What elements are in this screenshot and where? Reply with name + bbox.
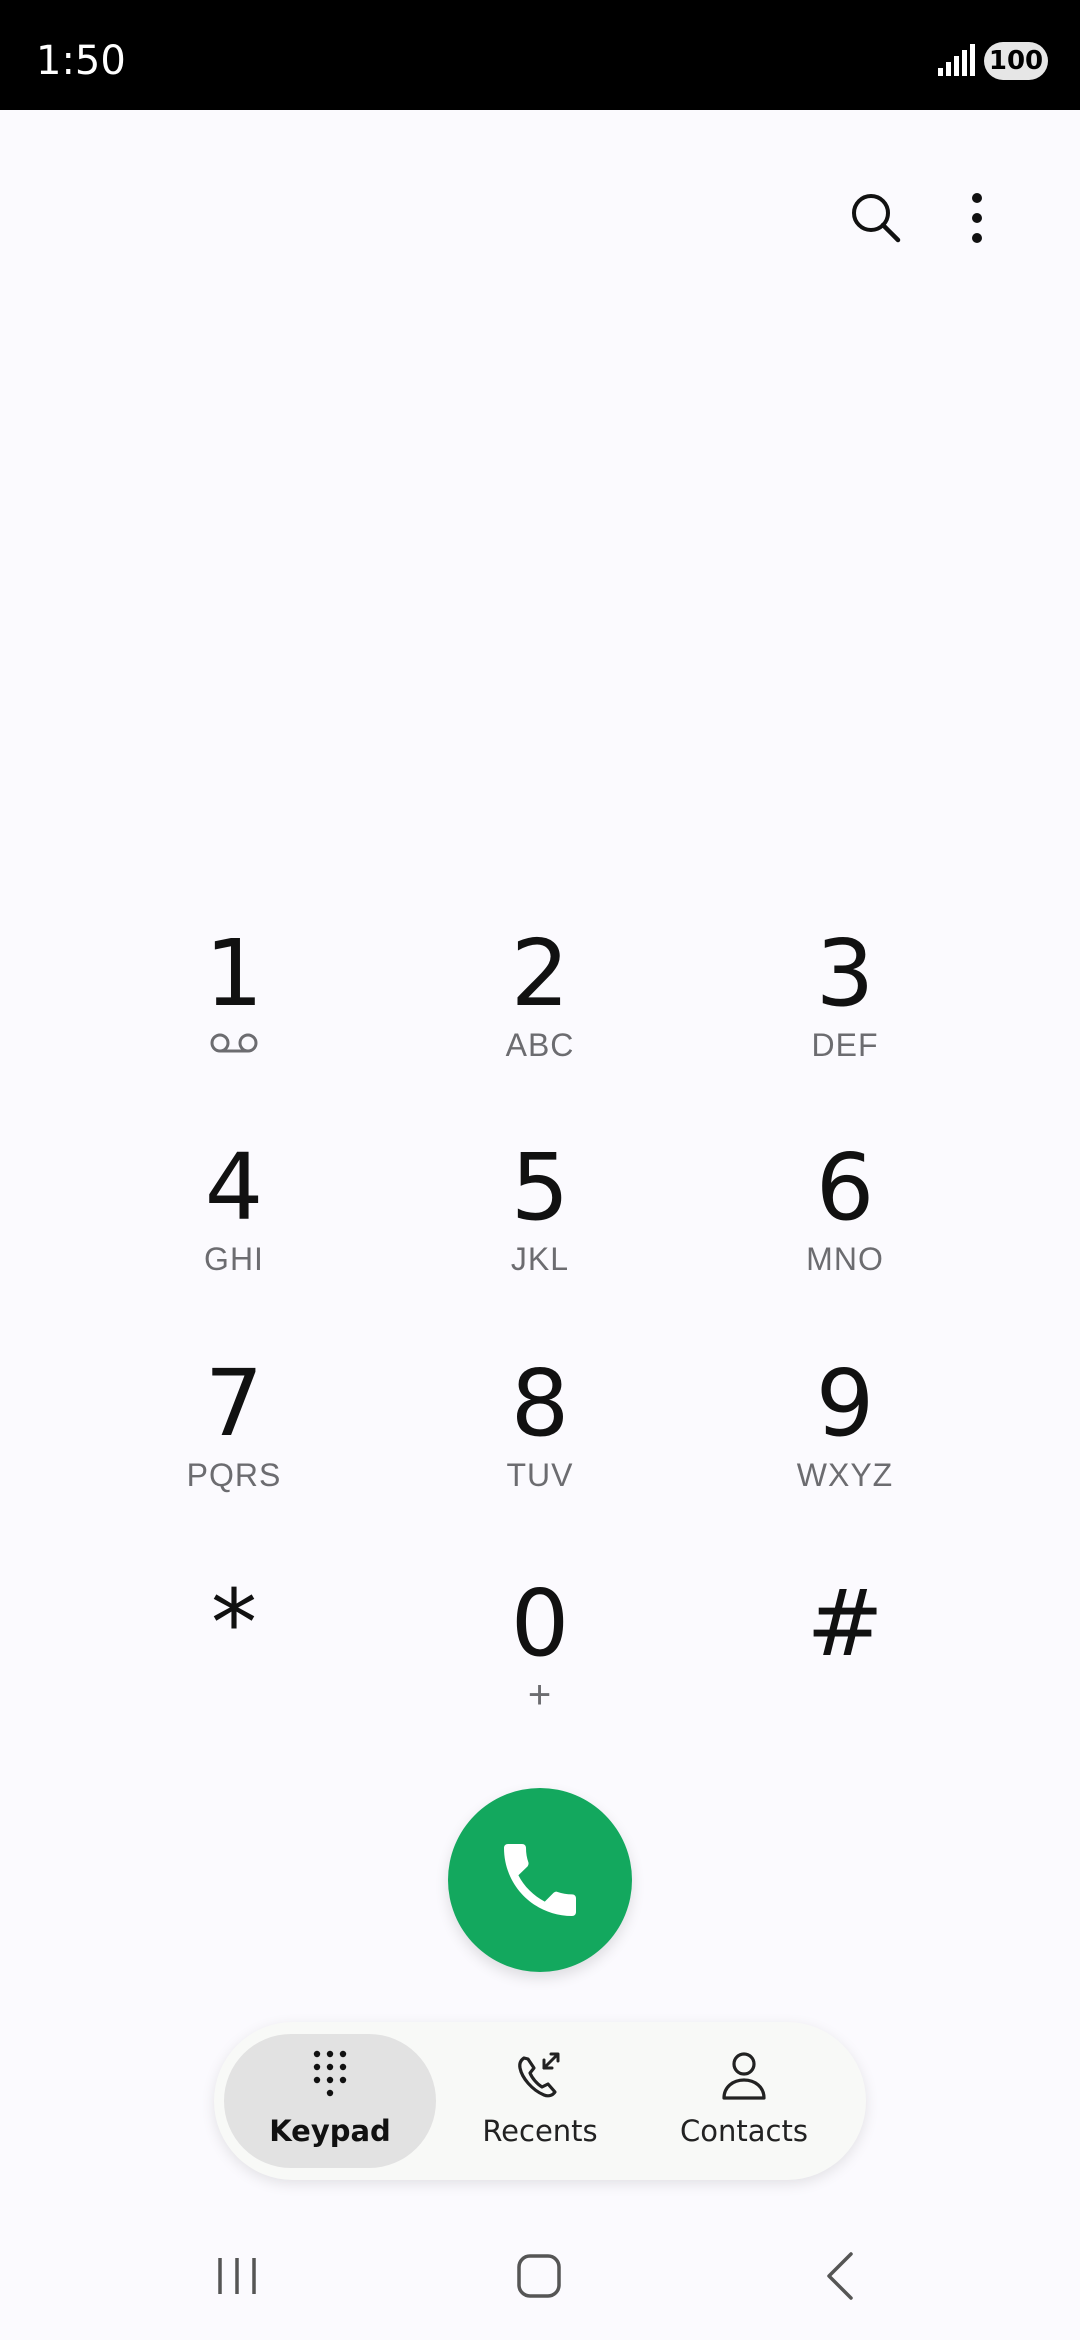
- system-navigation-bar: [0, 2226, 1080, 2326]
- key-star[interactable]: *: [114, 1570, 354, 1760]
- key-digit: 5: [510, 1134, 570, 1241]
- key-digit: 4: [204, 1134, 264, 1241]
- home-icon: [517, 2254, 561, 2298]
- key-3[interactable]: 3 DEF: [725, 920, 965, 1110]
- key-letters: DEF: [811, 1027, 879, 1063]
- status-time: 1:50: [36, 38, 126, 84]
- tab-label: Contacts: [680, 2114, 808, 2148]
- key-5[interactable]: 5 JKL: [420, 1134, 660, 1324]
- keypad-icon: [313, 2050, 347, 2097]
- key-digit: 9: [815, 1350, 875, 1457]
- call-button[interactable]: [448, 1788, 632, 1972]
- key-digit: #: [806, 1570, 884, 1677]
- key-8[interactable]: 8 TUV: [420, 1350, 660, 1540]
- key-1[interactable]: 1: [114, 920, 354, 1110]
- key-7[interactable]: 7 PQRS: [114, 1350, 354, 1540]
- back-button[interactable]: [806, 2246, 876, 2306]
- key-digit: *: [211, 1570, 257, 1677]
- key-digit: 6: [815, 1134, 875, 1241]
- key-2[interactable]: 2 ABC: [420, 920, 660, 1110]
- key-letters: JKL: [510, 1241, 570, 1277]
- key-digit: 1: [204, 920, 264, 1027]
- key-letters: PQRS: [186, 1457, 282, 1493]
- key-letters: WXYZ: [796, 1457, 894, 1493]
- more-vertical-icon: [972, 193, 982, 243]
- key-letters: TUV: [506, 1457, 574, 1493]
- key-digit: 3: [815, 920, 875, 1027]
- contacts-icon: [722, 2052, 766, 2100]
- bottom-tab-bar: Keypad Recents Contacts: [214, 2022, 866, 2180]
- tab-recents[interactable]: Recents: [434, 2034, 646, 2168]
- more-options-button[interactable]: [941, 182, 1013, 254]
- recent-apps-icon: [218, 2258, 256, 2294]
- key-digit: 2: [510, 920, 570, 1027]
- search-button[interactable]: [840, 182, 912, 254]
- key-digit: 0: [510, 1570, 570, 1677]
- back-icon: [827, 2252, 853, 2300]
- key-letters: ABC: [505, 1027, 575, 1063]
- tab-keypad[interactable]: Keypad: [224, 2034, 436, 2168]
- key-9[interactable]: 9 WXYZ: [725, 1350, 965, 1540]
- key-digit: 8: [510, 1350, 570, 1457]
- battery-icon: 100: [984, 42, 1048, 80]
- key-hash[interactable]: #: [725, 1570, 965, 1760]
- phone-icon: [504, 1844, 576, 1916]
- tab-label: Keypad: [269, 2114, 391, 2148]
- key-letters: MNO: [806, 1241, 884, 1277]
- key-letters: GHI: [204, 1241, 264, 1277]
- tab-contacts[interactable]: Contacts: [638, 2034, 850, 2168]
- signal-icon: [938, 44, 975, 76]
- search-icon: [852, 194, 901, 243]
- phone-dialer-screen: 1:50 100 1 2 ABC 3 DEF 4 GHI 5 JKL 6 MNO…: [0, 0, 1080, 2340]
- home-button[interactable]: [504, 2246, 574, 2306]
- key-letters: +: [527, 1673, 553, 1717]
- key-0[interactable]: 0 +: [420, 1570, 660, 1760]
- recent-apps-button[interactable]: [202, 2246, 272, 2306]
- status-bar: 1:50 100: [0, 0, 1080, 110]
- key-digit: 7: [204, 1350, 264, 1457]
- tab-label: Recents: [482, 2114, 598, 2148]
- key-6[interactable]: 6 MNO: [725, 1134, 965, 1324]
- recents-icon: [518, 2052, 560, 2098]
- key-4[interactable]: 4 GHI: [114, 1134, 354, 1324]
- voicemail-icon: [210, 1033, 258, 1053]
